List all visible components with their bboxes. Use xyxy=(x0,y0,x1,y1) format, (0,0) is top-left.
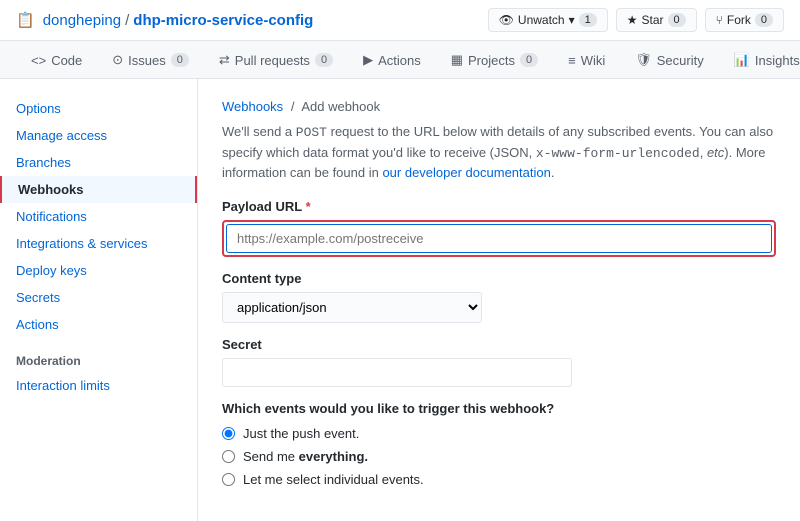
event-option-individual: Let me select individual events. xyxy=(222,472,776,487)
repo-title: 📋 dongheping / dhp-micro-service-config xyxy=(16,11,313,29)
repo-separator: / xyxy=(125,12,129,29)
payload-url-label: Payload URL * xyxy=(222,199,776,214)
star-label: Star xyxy=(642,13,664,27)
fork-count: 0 xyxy=(755,13,773,27)
star-count: 0 xyxy=(668,13,686,27)
tab-actions[interactable]: ▶ Actions xyxy=(348,41,436,78)
developer-docs-link[interactable]: our developer documentation xyxy=(382,165,550,180)
star-button[interactable]: ★ Star 0 xyxy=(616,8,697,32)
code-icon: <> xyxy=(31,53,46,68)
content-type-select[interactable]: application/json application/x-www-form-… xyxy=(222,292,482,323)
watch-count: 1 xyxy=(579,13,597,27)
event-label-everything: Send me everything. xyxy=(243,449,368,464)
watch-label: Unwatch xyxy=(518,13,565,27)
event-label-individual: Let me select individual events. xyxy=(243,472,424,487)
webhook-description: We'll send a POST request to the URL bel… xyxy=(222,122,776,183)
event-radio-individual[interactable] xyxy=(222,473,235,486)
sidebar-item-actions[interactable]: Actions xyxy=(0,311,197,338)
pr-icon: ⇄ xyxy=(219,52,230,68)
tab-projects[interactable]: ▦ Projects 0 xyxy=(436,41,553,78)
content-type-group: Content type application/json applicatio… xyxy=(222,271,776,323)
tab-insights[interactable]: 📊 Insights xyxy=(719,41,800,78)
sidebar-item-branches[interactable]: Branches xyxy=(0,149,197,176)
sidebar-item-interaction-limits[interactable]: Interaction limits xyxy=(0,372,197,399)
payload-url-group: Payload URL * xyxy=(222,199,776,257)
breadcrumb-parent[interactable]: Webhooks xyxy=(222,99,283,114)
webhook-form: Payload URL * Content type application/j… xyxy=(222,199,776,487)
sidebar-item-integrations[interactable]: Integrations & services xyxy=(0,230,197,257)
breadcrumb-separator: / xyxy=(291,99,295,114)
projects-badge: 0 xyxy=(520,53,538,67)
fork-label: Fork xyxy=(727,13,751,27)
secret-group: Secret xyxy=(222,337,776,387)
tab-code[interactable]: <> Code xyxy=(16,42,97,78)
sidebar-item-options[interactable]: Options xyxy=(0,95,197,122)
nav-tabs: <> Code ⊙ Issues 0 ⇄ Pull requests 0 ▶ A… xyxy=(0,41,800,79)
repo-name[interactable]: dhp-micro-service-config xyxy=(133,12,313,29)
repo-owner[interactable]: dongheping xyxy=(43,12,121,29)
breadcrumb: Webhooks / Add webhook xyxy=(222,99,776,114)
content-type-label: Content type xyxy=(222,271,776,286)
event-label-push: Just the push event. xyxy=(243,426,359,441)
repo-icon: 📋 xyxy=(16,11,35,29)
issues-badge: 0 xyxy=(171,53,189,67)
tab-pull-requests[interactable]: ⇄ Pull requests 0 xyxy=(204,41,348,78)
events-group: Which events would you like to trigger t… xyxy=(222,401,776,487)
insights-icon: 📊 xyxy=(734,52,750,68)
security-icon: 🛡 xyxy=(635,52,652,68)
event-option-push: Just the push event. xyxy=(222,426,776,441)
moderation-section-label: Moderation xyxy=(0,338,197,372)
fork-icon: ⑂ xyxy=(716,13,723,27)
eye-icon: 👁 xyxy=(499,13,514,27)
fork-button[interactable]: ⑂ Fork 0 xyxy=(705,8,784,32)
sidebar-item-secrets[interactable]: Secrets xyxy=(0,284,197,311)
sidebar-item-webhooks[interactable]: Webhooks xyxy=(0,176,197,203)
watch-button[interactable]: 👁 Unwatch ▾ 1 xyxy=(488,8,608,32)
secret-label: Secret xyxy=(222,337,776,352)
event-radio-push[interactable] xyxy=(222,427,235,440)
events-question: Which events would you like to trigger t… xyxy=(222,401,776,416)
sidebar: Options Manage access Branches Webhooks … xyxy=(0,79,198,521)
breadcrumb-current: Add webhook xyxy=(301,99,380,114)
repo-actions: 👁 Unwatch ▾ 1 ★ Star 0 ⑂ Fork 0 xyxy=(488,8,784,32)
wiki-icon: ≡ xyxy=(568,53,576,68)
actions-icon: ▶ xyxy=(363,52,373,68)
tab-security[interactable]: 🛡 Security xyxy=(620,41,718,78)
tab-wiki[interactable]: ≡ Wiki xyxy=(553,42,620,78)
star-icon: ★ xyxy=(627,13,638,27)
payload-url-wrapper xyxy=(222,220,776,257)
sidebar-item-deploy-keys[interactable]: Deploy keys xyxy=(0,257,197,284)
sidebar-item-manage-access[interactable]: Manage access xyxy=(0,122,197,149)
issues-icon: ⊙ xyxy=(112,52,123,68)
main-content: Webhooks / Add webhook We'll send a POST… xyxy=(198,79,800,521)
projects-icon: ▦ xyxy=(451,52,463,68)
secret-input[interactable] xyxy=(222,358,572,387)
event-option-everything: Send me everything. xyxy=(222,449,776,464)
payload-url-input[interactable] xyxy=(226,224,772,253)
chevron-down-icon: ▾ xyxy=(569,13,575,27)
layout: Options Manage access Branches Webhooks … xyxy=(0,79,800,521)
tab-issues[interactable]: ⊙ Issues 0 xyxy=(97,41,204,78)
sidebar-item-notifications[interactable]: Notifications xyxy=(0,203,197,230)
repo-header: 📋 dongheping / dhp-micro-service-config … xyxy=(0,0,800,41)
event-radio-everything[interactable] xyxy=(222,450,235,463)
pr-badge: 0 xyxy=(315,53,333,67)
